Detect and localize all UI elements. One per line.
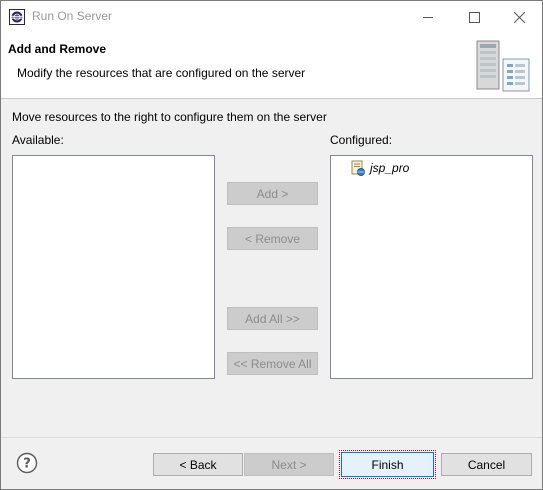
next-button[interactable]: Next > [244, 453, 334, 476]
configured-item-label: jsp_pro [370, 161, 410, 175]
available-label: Available: [12, 133, 64, 147]
close-button[interactable] [496, 1, 542, 33]
minimize-icon [423, 17, 433, 18]
remove-button[interactable]: < Remove [227, 227, 318, 250]
eclipse-app-icon [9, 9, 25, 25]
web-project-icon [351, 160, 365, 176]
run-on-server-dialog: Run On Server Add and Remove Modify the … [0, 0, 543, 490]
wizard-header: Add and Remove Modify the resources that… [1, 33, 542, 99]
server-wizard-banner-icon [476, 40, 530, 92]
add-button[interactable]: Add > [227, 182, 318, 205]
add-all-button[interactable]: Add All >> [227, 307, 318, 330]
svg-text:?: ? [23, 457, 31, 472]
finish-button[interactable]: Finish [339, 450, 436, 479]
page-title: Add and Remove [8, 42, 107, 56]
footer-separator [1, 437, 542, 438]
available-list[interactable] [12, 155, 215, 379]
focus-ring [339, 450, 436, 479]
maximize-icon [468, 11, 480, 23]
configured-label: Configured: [330, 133, 393, 147]
cancel-button[interactable]: Cancel [441, 453, 532, 476]
back-button[interactable]: < Back [153, 453, 243, 476]
minimize-button[interactable] [405, 1, 451, 33]
configured-item-jsp-pro[interactable]: jsp_pro [351, 159, 409, 177]
title-bar: Run On Server [1, 1, 542, 33]
page-description: Modify the resources that are configured… [17, 66, 306, 80]
window-title: Run On Server [32, 9, 113, 23]
configured-list[interactable]: jsp_pro [330, 155, 533, 379]
maximize-button[interactable] [451, 1, 497, 33]
close-icon [513, 11, 525, 23]
help-icon[interactable]: ? [16, 452, 38, 474]
remove-all-button[interactable]: << Remove All [227, 352, 318, 375]
instructions-text: Move resources to the right to configure… [12, 110, 327, 124]
